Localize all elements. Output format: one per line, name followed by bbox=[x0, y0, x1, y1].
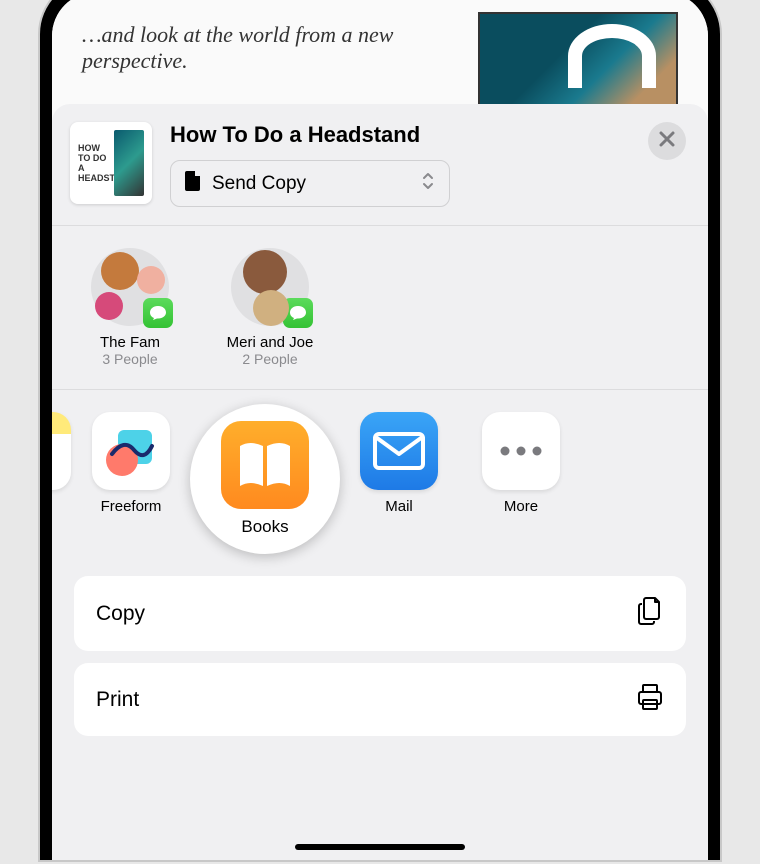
app-label: Mail bbox=[385, 498, 413, 515]
action-copy[interactable]: Copy bbox=[74, 576, 686, 651]
messages-badge-icon bbox=[143, 298, 173, 328]
contacts-row: The Fam 3 People Meri and Joe 2 People bbox=[52, 226, 708, 390]
app-mail[interactable]: Mail bbox=[360, 412, 438, 515]
send-mode-label: Send Copy bbox=[212, 173, 306, 195]
app-label: More bbox=[504, 498, 538, 515]
send-mode-selector[interactable]: Send Copy bbox=[170, 160, 450, 207]
print-icon bbox=[636, 683, 664, 716]
background-text: …and look at the world from a new perspe… bbox=[82, 12, 478, 112]
action-print[interactable]: Print bbox=[74, 663, 686, 736]
app-label: Books bbox=[241, 517, 288, 537]
contact-the-fam[interactable]: The Fam 3 People bbox=[80, 248, 180, 367]
app-notes[interactable] bbox=[52, 412, 62, 490]
app-freeform[interactable]: Freeform bbox=[92, 412, 170, 515]
notes-icon bbox=[52, 412, 71, 490]
contact-subtitle: 2 People bbox=[242, 351, 297, 367]
app-books[interactable]: Books bbox=[190, 404, 340, 554]
document-icon bbox=[185, 171, 202, 196]
home-indicator[interactable] bbox=[295, 844, 465, 850]
share-sheet: HOW TO DO A HEADSTAND How To Do a Headst… bbox=[52, 104, 708, 860]
header-main: How To Do a Headstand Send Copy bbox=[170, 122, 630, 207]
chevron-up-down-icon bbox=[421, 171, 435, 196]
contact-avatar bbox=[91, 248, 169, 326]
copy-icon bbox=[636, 596, 664, 631]
phone-frame: …and look at the world from a new perspe… bbox=[40, 0, 720, 860]
contact-name: The Fam bbox=[100, 334, 160, 351]
close-icon bbox=[659, 131, 675, 152]
app-label: Freeform bbox=[101, 498, 162, 515]
freeform-icon bbox=[92, 412, 170, 490]
apps-row[interactable]: Freeform Books bbox=[52, 390, 708, 576]
actions-list: Copy Print bbox=[52, 576, 708, 736]
contact-meri-and-joe[interactable]: Meri and Joe 2 People bbox=[220, 248, 320, 367]
action-label: Copy bbox=[96, 602, 145, 626]
document-thumbnail: HOW TO DO A HEADSTAND bbox=[70, 122, 152, 204]
app-more[interactable]: More bbox=[482, 412, 560, 515]
messages-badge-icon bbox=[283, 298, 313, 328]
action-label: Print bbox=[96, 688, 139, 712]
more-icon bbox=[482, 412, 560, 490]
contact-subtitle: 3 People bbox=[102, 351, 157, 367]
share-sheet-header: HOW TO DO A HEADSTAND How To Do a Headst… bbox=[52, 104, 708, 226]
thumbnail-title: HOW TO DO A HEADSTAND bbox=[78, 130, 114, 196]
contact-avatar bbox=[231, 248, 309, 326]
screen: …and look at the world from a new perspe… bbox=[52, 0, 708, 860]
contact-name: Meri and Joe bbox=[227, 334, 314, 351]
books-icon bbox=[221, 421, 309, 509]
mail-icon bbox=[360, 412, 438, 490]
document-title: How To Do a Headstand bbox=[170, 122, 630, 148]
close-button[interactable] bbox=[648, 122, 686, 160]
thumbnail-art bbox=[114, 130, 144, 196]
